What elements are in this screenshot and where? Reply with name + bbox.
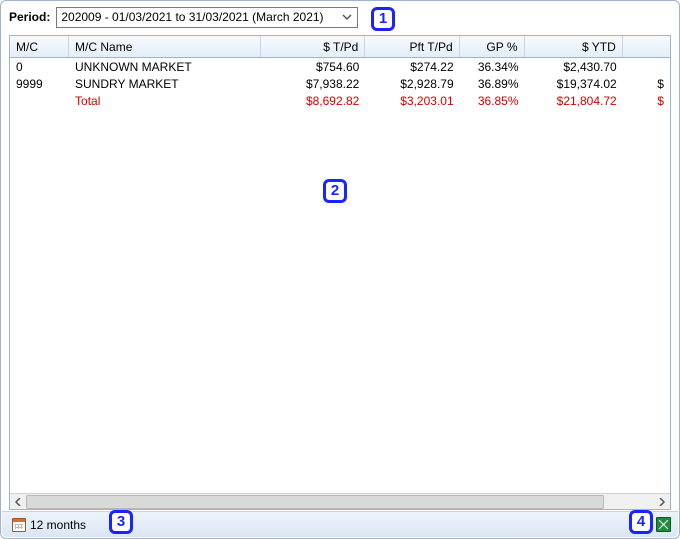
horizontal-scrollbar[interactable] bbox=[10, 493, 670, 509]
cell-gp: 36.34% bbox=[460, 58, 525, 75]
col-header-stpd[interactable]: $ T/Pd bbox=[261, 36, 365, 57]
scrollbar-thumb[interactable] bbox=[26, 495, 604, 509]
period-selected-text: 202009 - 01/03/2021 to 31/03/2021 (March… bbox=[61, 10, 323, 24]
callout-4: 4 bbox=[629, 510, 653, 534]
col-header-sytd[interactable]: $ YTD bbox=[525, 36, 623, 57]
cell-pfttpd: $2,928.79 bbox=[365, 75, 459, 92]
col-header-gp[interactable]: GP % bbox=[460, 36, 525, 57]
cell-sytd: $21,804.72 bbox=[525, 92, 623, 109]
table-row[interactable]: 0 UNKNOWN MARKET $754.60 $274.22 36.34% … bbox=[10, 58, 670, 75]
cell-sytd: $2,430.70 bbox=[525, 58, 623, 75]
cell-stpd: $7,938.22 bbox=[261, 75, 365, 92]
footer-toolbar: 12 months bbox=[2, 511, 678, 537]
scroll-right-arrow-icon[interactable] bbox=[654, 494, 670, 510]
callout-1: 1 bbox=[371, 7, 395, 31]
grid-header-row: M/C M/C Name $ T/Pd Pft T/Pd GP % $ YTD bbox=[10, 36, 670, 58]
cell-stpd: $8,692.82 bbox=[261, 92, 365, 109]
cell-mc: 9999 bbox=[10, 75, 69, 92]
table-row[interactable]: 9999 SUNDRY MARKET $7,938.22 $2,928.79 3… bbox=[10, 75, 670, 92]
data-grid: M/C M/C Name $ T/Pd Pft T/Pd GP % $ YTD … bbox=[9, 35, 671, 510]
cell-mc: 0 bbox=[10, 58, 69, 75]
callout-3: 3 bbox=[109, 510, 133, 534]
cell-mcname: UNKNOWN MARKET bbox=[69, 58, 261, 75]
cell-stpd: $754.60 bbox=[261, 58, 365, 75]
period-dropdown[interactable]: 202009 - 01/03/2021 to 31/03/2021 (March… bbox=[56, 7, 358, 28]
col-header-pfttpd[interactable]: Pft T/Pd bbox=[365, 36, 459, 57]
col-header-mc[interactable]: M/C bbox=[10, 36, 69, 57]
cell-pfttpd: $274.22 bbox=[365, 58, 459, 75]
cell-tail: $ bbox=[623, 92, 670, 109]
cell-mcname: SUNDRY MARKET bbox=[69, 75, 261, 92]
calendar-icon bbox=[12, 518, 26, 532]
cell-sytd: $19,374.02 bbox=[525, 75, 623, 92]
cell-tail bbox=[623, 58, 670, 75]
cell-gp: 36.89% bbox=[460, 75, 525, 92]
cell-tail: $ bbox=[623, 75, 670, 92]
col-header-overflow[interactable] bbox=[623, 36, 670, 57]
grid-body: 0 UNKNOWN MARKET $754.60 $274.22 36.34% … bbox=[10, 58, 670, 493]
period-row: Period: 202009 - 01/03/2021 to 31/03/202… bbox=[1, 1, 679, 31]
total-row[interactable]: Total $8,692.82 $3,203.01 36.85% $21,804… bbox=[10, 92, 670, 109]
export-excel-button[interactable] bbox=[654, 516, 672, 534]
twelve-months-label: 12 months bbox=[30, 518, 86, 532]
scrollbar-track[interactable] bbox=[26, 494, 654, 510]
cell-mcname: Total bbox=[69, 92, 261, 109]
twelve-months-button[interactable]: 12 months bbox=[8, 515, 93, 535]
period-label: Period: bbox=[9, 10, 50, 24]
scroll-left-arrow-icon[interactable] bbox=[10, 494, 26, 510]
cell-pfttpd: $3,203.01 bbox=[365, 92, 459, 109]
cell-gp: 36.85% bbox=[460, 92, 525, 109]
callout-2: 2 bbox=[323, 179, 347, 203]
excel-icon bbox=[656, 517, 671, 532]
cell-mc bbox=[10, 92, 69, 109]
col-header-mcname[interactable]: M/C Name bbox=[69, 36, 261, 57]
report-panel: Period: 202009 - 01/03/2021 to 31/03/202… bbox=[0, 0, 680, 539]
chevron-down-icon bbox=[341, 11, 353, 23]
